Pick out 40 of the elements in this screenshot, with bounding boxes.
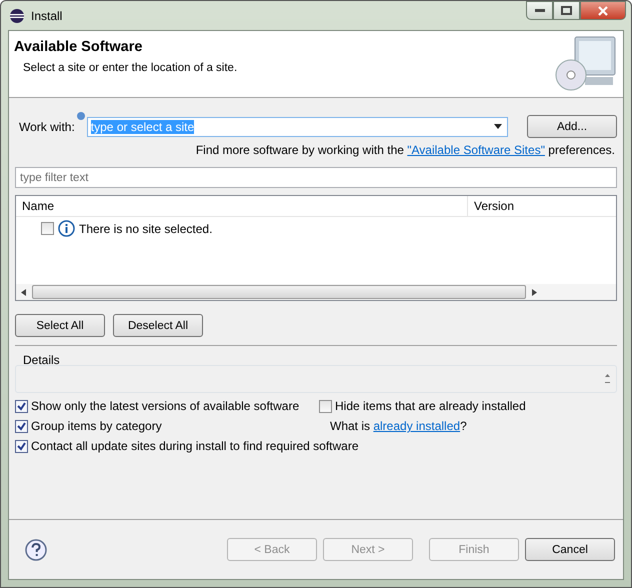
details-label: Details xyxy=(22,352,61,367)
help-icon[interactable] xyxy=(25,538,47,560)
scroll-arrows-icon xyxy=(605,374,610,384)
maximize-icon xyxy=(561,6,572,15)
table-cell: There is no site selected. xyxy=(79,222,212,236)
scroll-left-icon xyxy=(21,288,26,296)
window-title: Install xyxy=(31,8,62,22)
page-title: Available Software xyxy=(14,39,144,55)
wizard-button[interactable]: Cancel xyxy=(525,538,615,561)
dropdown-caret-icon xyxy=(494,124,502,129)
info-icon xyxy=(76,112,85,120)
app-logo-icon xyxy=(9,8,25,24)
check-icon xyxy=(17,422,26,430)
close-icon xyxy=(598,6,608,16)
already-installed-link[interactable]: already installed xyxy=(373,419,460,433)
option-checkbox[interactable]: Contact all update sites during install to find required software xyxy=(15,439,617,453)
row-checkbox[interactable] xyxy=(41,222,54,235)
add-button[interactable]: Add... xyxy=(527,115,617,138)
check-icon xyxy=(17,442,26,450)
scroll-right-icon xyxy=(532,288,537,296)
column-header[interactable]: Name xyxy=(16,196,468,216)
maximize-button[interactable] xyxy=(553,1,580,20)
option-checkbox[interactable]: Show only the latest versions of available software xyxy=(15,399,319,413)
selection-button[interactable]: Deselect All xyxy=(113,314,203,337)
work-with-label: Work with: xyxy=(19,120,75,134)
column-header[interactable]: Version xyxy=(468,196,514,216)
page-description: Select a site or enter the location of a site. xyxy=(23,62,238,74)
close-button[interactable] xyxy=(580,1,626,20)
available-sites-hint: Find more software by working with the "Available Software Sites" preferences. xyxy=(196,143,615,157)
option-checkbox[interactable]: Hide items that are already installed xyxy=(319,399,617,413)
selection-button[interactable]: Select All xyxy=(15,314,105,337)
check-icon xyxy=(17,402,26,410)
horizontal-scrollbar[interactable] xyxy=(16,284,616,300)
filter-field[interactable]: type filter text xyxy=(15,167,617,188)
option-checkbox[interactable]: Group items by category xyxy=(15,419,319,433)
available-sites-link[interactable]: "Available Software Sites" xyxy=(407,143,545,157)
installed-hint: What is already installed? xyxy=(329,419,468,433)
minimize-button[interactable] xyxy=(526,1,553,20)
minimize-icon xyxy=(534,8,544,12)
info-icon xyxy=(58,220,75,237)
